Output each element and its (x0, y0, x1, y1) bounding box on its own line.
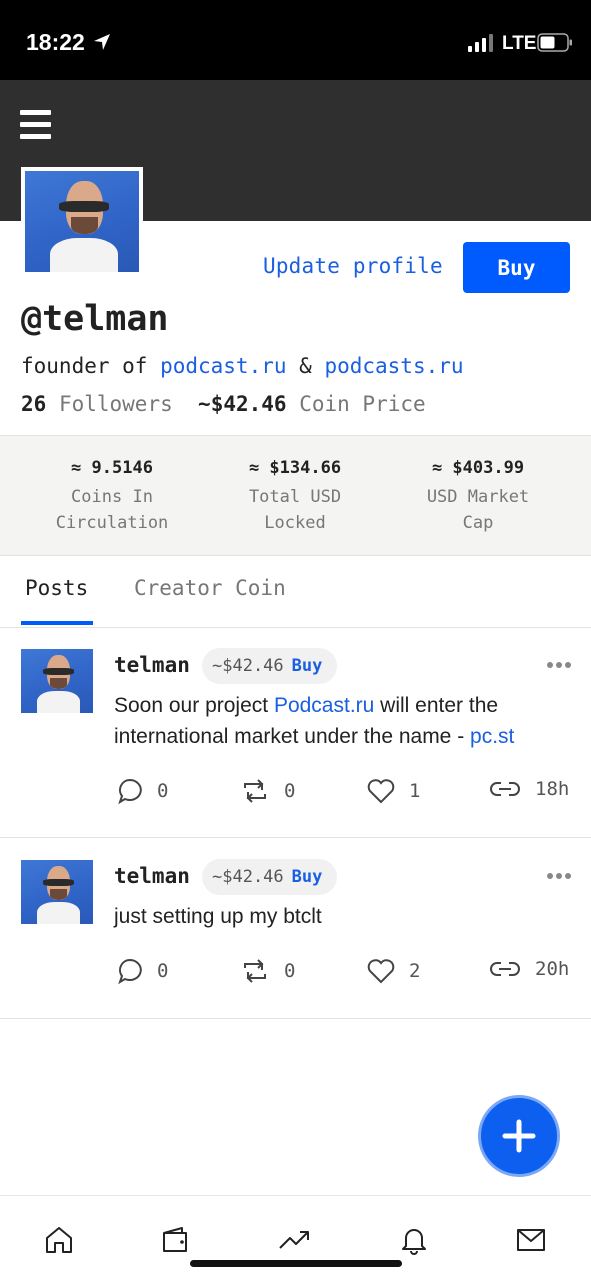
post-item[interactable]: telman ~$42.46 Buy Soon our project Podca… (0, 628, 591, 838)
stat-total-usd-locked: ≈ $134.66 Total USD Locked (215, 458, 375, 536)
post-author[interactable]: telman (114, 864, 190, 888)
post-avatar[interactable] (21, 649, 93, 713)
bottom-navigation (0, 1195, 591, 1280)
heart-icon (367, 779, 395, 804)
bio-link-podcasts[interactable]: podcasts.ru (324, 354, 463, 378)
post-time: 18h (535, 778, 570, 800)
post-body: Soon our project Podcast.ru will enter t… (114, 690, 574, 752)
repost-count: 0 (284, 780, 296, 802)
post-coin-price: ~$42.46 Buy (202, 859, 337, 895)
like-count: 1 (409, 780, 421, 802)
coin-price: ~$42.46 (198, 392, 287, 416)
create-post-button[interactable] (478, 1095, 560, 1177)
tab-creator-coin[interactable]: Creator Coin (134, 576, 286, 600)
profile-bio: founder of podcast.ru & podcasts.ru (21, 354, 464, 378)
stat-label: Circulation (55, 513, 169, 533)
post-link-button[interactable]: 20h (489, 958, 569, 980)
profile-username: @telman (21, 299, 169, 339)
link-icon (490, 962, 520, 976)
comment-count: 0 (157, 960, 169, 982)
post-item[interactable]: telman ~$42.46 Buy just setting up my btc… (0, 839, 591, 1019)
repost-icon (244, 779, 266, 803)
bio-link-podcast[interactable]: podcast.ru (160, 354, 286, 378)
status-bar: 18:22 LTE (0, 0, 591, 80)
post-link-button[interactable]: 18h (489, 778, 569, 800)
like-button[interactable]: 2 (367, 958, 420, 984)
stat-label: USD Market (426, 487, 530, 507)
profile-counts: 26 Followers ~$42.46 Coin Price (21, 392, 426, 416)
comment-button[interactable]: 0 (117, 958, 168, 984)
more-options-icon[interactable] (546, 871, 572, 881)
trending-icon[interactable] (278, 1224, 310, 1256)
signal-icon (468, 34, 493, 52)
repost-button[interactable]: 0 (240, 958, 295, 984)
post-time: 20h (535, 958, 570, 980)
stat-value: ≈ $134.66 (248, 458, 342, 478)
stat-label: Coins In (71, 487, 153, 507)
wallet-icon[interactable] (160, 1224, 192, 1256)
more-options-icon[interactable] (546, 660, 572, 670)
stat-label: Cap (462, 513, 494, 533)
comment-icon (118, 958, 142, 984)
coin-stats-panel: ≈ 9.5146 Coins In Circulation ≈ $134.66 T… (0, 435, 591, 556)
post-buy-link[interactable]: Buy (292, 867, 323, 887)
post-buy-link[interactable]: Buy (292, 656, 323, 676)
repost-button[interactable]: 0 (240, 778, 295, 804)
battery-icon (537, 33, 572, 52)
stat-value: ≈ $403.99 (431, 458, 525, 478)
post-coin-price: ~$42.46 Buy (202, 648, 337, 684)
stat-coins-in-circulation: ≈ 9.5146 Coins In Circulation (32, 458, 192, 536)
stat-label: Locked (264, 513, 326, 533)
post-link-podcast[interactable]: Podcast.ru (274, 694, 374, 717)
profile-avatar (21, 167, 143, 276)
heart-icon (367, 959, 395, 984)
post-avatar[interactable] (21, 860, 93, 924)
profile-tabs: Posts Creator Coin (0, 556, 591, 628)
followers-label[interactable]: Followers (59, 392, 173, 416)
location-arrow-icon (94, 34, 110, 50)
menu-icon[interactable] (20, 110, 52, 140)
like-button[interactable]: 1 (367, 778, 420, 804)
home-indicator (190, 1260, 402, 1267)
comment-button[interactable]: 0 (117, 778, 168, 804)
comment-icon (118, 778, 142, 804)
repost-icon (244, 959, 266, 983)
stat-value: ≈ 9.5146 (71, 458, 153, 478)
network-label: LTE (502, 33, 537, 54)
post-text: Soon our project (114, 694, 274, 717)
coin-price-label: Coin Price (299, 392, 426, 416)
update-profile-link[interactable]: Update profile (263, 254, 443, 278)
post-price-value: ~$42.46 (212, 656, 284, 676)
active-tab-indicator (21, 621, 93, 625)
comment-count: 0 (157, 780, 169, 802)
bio-ampersand: & (286, 354, 325, 378)
link-icon (490, 782, 520, 796)
tab-posts[interactable]: Posts (25, 576, 88, 600)
stat-label: Total USD (248, 487, 342, 507)
bio-text: founder of (21, 354, 161, 378)
post-link-pcst[interactable]: pc.st (470, 725, 514, 748)
followers-count: 26 (21, 392, 47, 416)
home-icon[interactable] (43, 1224, 75, 1256)
repost-count: 0 (284, 960, 296, 982)
post-price-value: ~$42.46 (212, 867, 284, 887)
like-count: 2 (409, 960, 421, 982)
status-time: 18:22 (26, 29, 85, 55)
stat-usd-market-cap: ≈ $403.99 USD Market Cap (398, 458, 558, 536)
bell-icon[interactable] (398, 1224, 430, 1256)
post-text: just setting up my btclt (114, 905, 322, 928)
buy-coin-button[interactable]: Buy (463, 242, 570, 293)
post-author[interactable]: telman (114, 653, 190, 677)
mail-icon[interactable] (515, 1224, 547, 1256)
plus-icon (502, 1119, 536, 1153)
